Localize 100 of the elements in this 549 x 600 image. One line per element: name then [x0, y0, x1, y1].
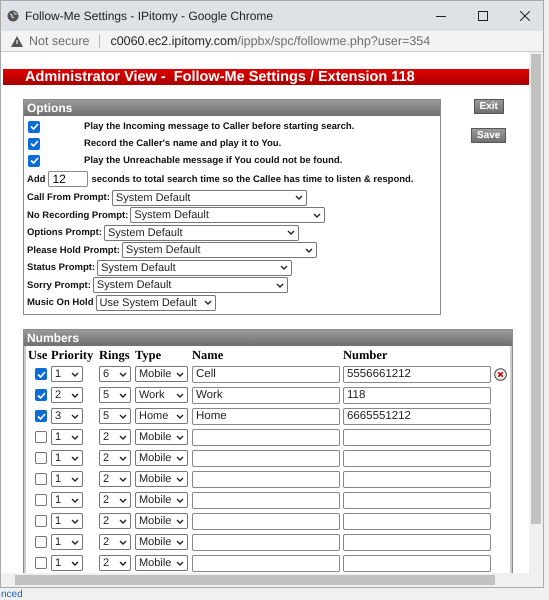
checkbox[interactable] — [35, 494, 47, 506]
background-link[interactable]: nced — [1, 589, 23, 600]
rings-dropdown[interactable]: 5 — [99, 387, 131, 403]
chevron-icon — [280, 265, 288, 270]
column-header: Priority — [51, 348, 94, 363]
chevron-icon — [71, 518, 79, 524]
type-dropdown[interactable]: Mobile — [135, 366, 188, 382]
chevron-icon — [119, 392, 127, 398]
save-button[interactable]: Save — [471, 128, 506, 143]
number-field[interactable]: 6665551212 — [343, 408, 491, 424]
number-field[interactable] — [343, 554, 491, 572]
seconds-field[interactable]: 12 — [48, 171, 88, 187]
checkbox[interactable] — [35, 368, 47, 380]
name-field[interactable]: Cell — [192, 366, 340, 382]
priority-dropdown[interactable]: 1 — [51, 429, 83, 445]
number-field[interactable]: 5556661212 — [343, 366, 491, 382]
panel-title: Options — [24, 100, 440, 116]
rings-dropdown[interactable]: 2 — [99, 450, 131, 466]
name-field[interactable] — [192, 450, 340, 466]
number-field[interactable] — [343, 534, 491, 550]
checkbox[interactable] — [35, 410, 47, 422]
prompt-dropdown[interactable]: System Default — [97, 260, 292, 276]
checkbox[interactable] — [35, 452, 47, 464]
rings-dropdown[interactable]: 2 — [99, 429, 131, 445]
priority-dropdown[interactable]: 1 — [51, 555, 83, 571]
checkbox[interactable] — [35, 473, 47, 485]
priority-dropdown[interactable]: 1 — [51, 534, 83, 550]
type-dropdown[interactable]: Work — [135, 387, 188, 403]
priority-dropdown[interactable]: 1 — [51, 471, 83, 487]
priority-dropdown[interactable]: 2 — [51, 387, 83, 403]
prompt-dropdown[interactable]: System Default — [130, 207, 326, 224]
priority-dropdown[interactable]: 3 — [51, 408, 83, 424]
checkbox[interactable] — [28, 120, 40, 132]
rings-dropdown[interactable]: 5 — [99, 408, 131, 424]
horizontal-scrollbar[interactable] — [1, 573, 529, 587]
number-field[interactable] — [343, 512, 491, 530]
chevron-icon — [294, 195, 303, 200]
checkbox[interactable] — [35, 389, 47, 401]
number-field[interactable] — [343, 428, 491, 446]
type-dropdown[interactable]: Mobile — [135, 534, 188, 550]
name-field[interactable] — [192, 492, 340, 508]
prompt-label: Please Hold Prompt: — [27, 244, 120, 256]
rings-dropdown[interactable]: 2 — [99, 534, 131, 550]
name-field[interactable]: Work — [192, 386, 340, 404]
check-icon — [30, 157, 38, 164]
prompt-dropdown[interactable]: System Default — [104, 224, 299, 241]
rings-dropdown[interactable]: 2 — [99, 555, 131, 571]
rings-dropdown[interactable]: 2 — [99, 513, 131, 529]
type-dropdown[interactable]: Home — [135, 408, 188, 424]
number-field[interactable] — [343, 450, 491, 466]
rings-dropdown[interactable]: 2 — [99, 471, 131, 487]
check-icon — [36, 412, 46, 420]
globe-icon — [7, 10, 19, 22]
number-field[interactable] — [343, 492, 491, 508]
chevron-icon — [71, 392, 79, 398]
checkbox[interactable] — [35, 431, 47, 443]
name-field[interactable] — [192, 470, 340, 488]
add-suffix: seconds to total search time so the Callee has time to listen & respond. — [91, 174, 414, 184]
name-field[interactable] — [192, 554, 340, 572]
column-header: Name — [192, 348, 224, 363]
chevron-icon — [176, 456, 184, 460]
prompt-label: Sorry Prompt: — [27, 280, 91, 291]
delete-icon[interactable] — [494, 368, 507, 380]
type-dropdown[interactable]: Mobile — [135, 450, 188, 466]
priority-dropdown[interactable]: 1 — [51, 513, 83, 529]
name-field[interactable] — [192, 512, 340, 530]
chevron-icon — [176, 434, 184, 440]
prompt-dropdown[interactable]: System Default — [122, 242, 317, 258]
priority-dropdown[interactable]: 1 — [51, 366, 83, 382]
prompt-dropdown[interactable]: System Default — [112, 190, 307, 206]
checkbox[interactable] — [28, 138, 40, 150]
type-dropdown[interactable]: Mobile — [135, 555, 188, 571]
number-field[interactable] — [343, 470, 491, 488]
chevron-icon — [71, 540, 79, 544]
name-field[interactable] — [192, 428, 340, 446]
prompt-label: Music On Hold — [27, 297, 94, 308]
type-dropdown[interactable]: Mobile — [135, 513, 188, 529]
rings-dropdown[interactable]: 2 — [99, 492, 131, 508]
checkbox[interactable] — [35, 515, 47, 527]
vertical-scrollbar[interactable] — [529, 52, 543, 587]
checkbox[interactable] — [28, 154, 40, 166]
chevron-icon — [176, 498, 184, 502]
rings-dropdown[interactable]: 6 — [99, 366, 131, 382]
url-host: c0060.ec2.ipitomy.com — [110, 34, 238, 48]
chevron-icon — [71, 498, 79, 502]
column-header: Number — [343, 348, 388, 363]
checkbox[interactable] — [35, 557, 47, 569]
checkbox[interactable] — [35, 536, 47, 548]
url-path: /ippbx/spc/followme.php?user=354 — [237, 34, 430, 48]
name-field[interactable]: Home — [192, 408, 340, 424]
priority-dropdown[interactable]: 1 — [51, 492, 83, 508]
type-dropdown[interactable]: Mobile — [135, 471, 188, 487]
type-dropdown[interactable]: Mobile — [135, 492, 188, 508]
name-field[interactable] — [192, 534, 340, 550]
type-dropdown[interactable]: Mobile — [135, 429, 188, 445]
prompt-dropdown[interactable]: Use System Default — [96, 294, 216, 311]
exit-button[interactable]: Exit — [474, 99, 504, 114]
prompt-dropdown[interactable]: System Default — [92, 277, 288, 294]
priority-dropdown[interactable]: 1 — [51, 450, 83, 466]
number-field[interactable]: 118 — [343, 386, 491, 404]
